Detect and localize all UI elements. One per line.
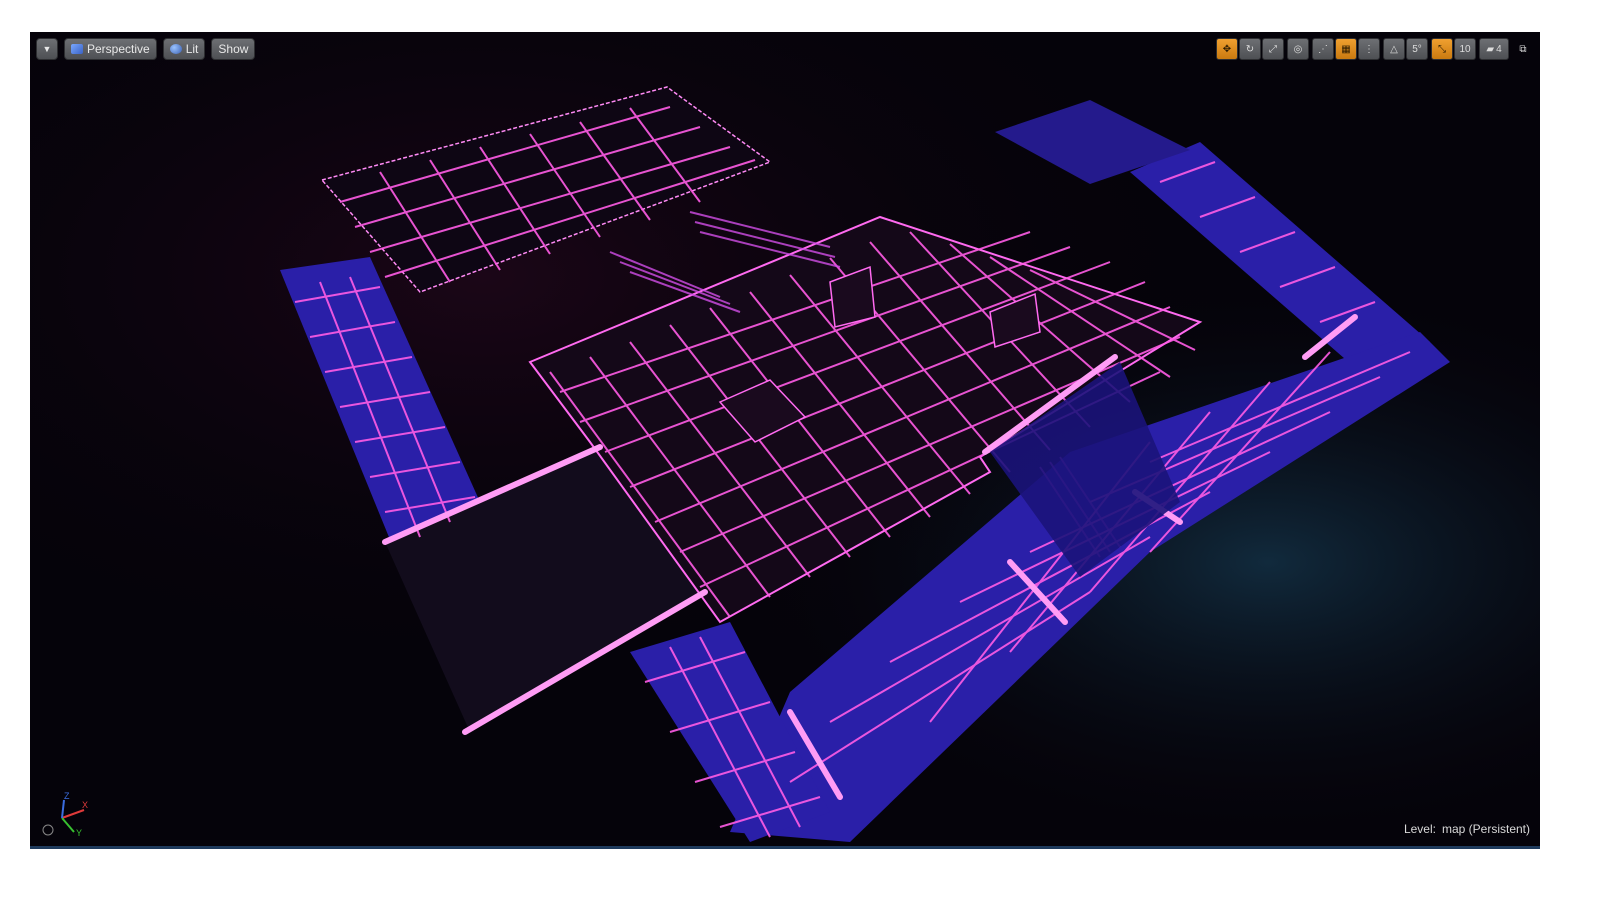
viewport-toolbar-right: ✥ ↻ ⤢ ◎ ⋰ ▦ ⋮ △ 5° ⤡ 10 ▰ 4 ⧉ xyxy=(1216,38,1534,60)
camera-speed-button[interactable]: ▰ 4 xyxy=(1479,38,1509,60)
perspective-cube-icon xyxy=(71,44,83,54)
scale-snap-group: ⤡ 10 xyxy=(1431,38,1476,60)
world-local-button[interactable]: ◎ xyxy=(1287,38,1309,60)
show-label: Show xyxy=(218,42,249,56)
scale-snap-value[interactable]: 10 xyxy=(1454,38,1476,60)
grid-snap-label: 10 xyxy=(1459,43,1471,55)
rotation-snap-icon: △ xyxy=(1390,43,1398,55)
level-label: Level: map (Persistent) xyxy=(1404,822,1530,836)
maximize-icon: ⧉ xyxy=(1519,43,1527,55)
translate-button[interactable]: ✥ xyxy=(1216,38,1238,60)
perspective-button[interactable]: Perspective xyxy=(64,38,157,60)
rotate-icon: ↻ xyxy=(1245,43,1255,55)
level-prefix: Level: xyxy=(1403,822,1436,836)
grid-value-icon: ⋮ xyxy=(1364,43,1374,55)
camera-speed-icon: ▰ xyxy=(1486,43,1495,55)
scale-button[interactable]: ⤢ xyxy=(1262,38,1284,60)
transform-mode-group: ✥ ↻ ⤢ xyxy=(1216,38,1284,60)
rotation-snap-value[interactable]: 5° xyxy=(1406,38,1428,60)
snap-group: ⋰ ▦ ⋮ xyxy=(1312,38,1380,60)
lit-label: Lit xyxy=(185,42,199,56)
scale-snap-icon: ⤡ xyxy=(1438,43,1446,55)
lit-button[interactable]: Lit xyxy=(162,38,206,60)
level-name: map (Persistent) xyxy=(1441,822,1530,836)
show-button[interactable]: Show xyxy=(211,38,256,60)
grid-snap-toggle[interactable]: ▦ xyxy=(1335,38,1357,60)
scale-snap-toggle[interactable]: ⤡ xyxy=(1431,38,1453,60)
surface-snap-icon: ⋰ xyxy=(1318,43,1328,55)
camera-speed-label: 4 xyxy=(1496,43,1502,55)
level-viewport[interactable]: ▼ Perspective Lit Show ✥ ↻ ⤢ ◎ ⋰ ▦ ⋮ △ 5… xyxy=(30,32,1540,848)
viewport-bottom-bar xyxy=(30,846,1540,849)
svg-text:X: X xyxy=(82,800,88,810)
translate-icon: ✥ xyxy=(1222,43,1232,55)
world-local-icon: ◎ xyxy=(1293,43,1303,55)
maximize-viewport-button[interactable]: ⧉ xyxy=(1512,38,1534,60)
rotate-button[interactable]: ↻ xyxy=(1239,38,1261,60)
perspective-label: Perspective xyxy=(87,42,150,56)
scale-icon: ⤢ xyxy=(1269,43,1277,55)
grid-snap-value[interactable]: ⋮ xyxy=(1358,38,1380,60)
viewport-options-button[interactable]: ▼ xyxy=(36,38,58,60)
rotation-snap-label: 5° xyxy=(1412,43,1422,55)
rotation-snap-group: △ 5° xyxy=(1383,38,1428,60)
level-scene[interactable] xyxy=(30,32,1540,848)
surface-snap-button[interactable]: ⋰ xyxy=(1312,38,1334,60)
svg-text:Y: Y xyxy=(76,828,82,838)
chevron-down-icon: ▼ xyxy=(42,44,52,54)
lit-sphere-icon xyxy=(169,44,182,54)
grid-snap-icon: ▦ xyxy=(1341,43,1351,55)
viewport-toolbar-left: ▼ Perspective Lit Show xyxy=(36,38,256,60)
rotation-snap-toggle[interactable]: △ xyxy=(1383,38,1405,60)
axis-gizmo: X Y Z xyxy=(42,791,88,838)
svg-text:Z: Z xyxy=(64,791,70,801)
